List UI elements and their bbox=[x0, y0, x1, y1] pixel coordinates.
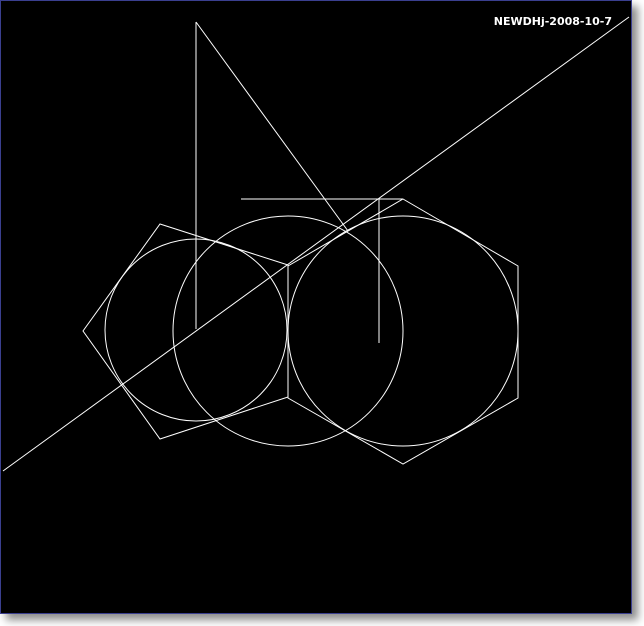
drawing-label: NEWDHj-2008-10-7 bbox=[493, 15, 612, 28]
left-pentagon bbox=[82, 223, 289, 440]
drawing-canvas: NEWDHj-2008-10-7 bbox=[0, 0, 632, 614]
slanted-line bbox=[195, 21, 349, 232]
cad-geometry bbox=[2, 16, 630, 472]
diagonal-line bbox=[2, 16, 630, 472]
